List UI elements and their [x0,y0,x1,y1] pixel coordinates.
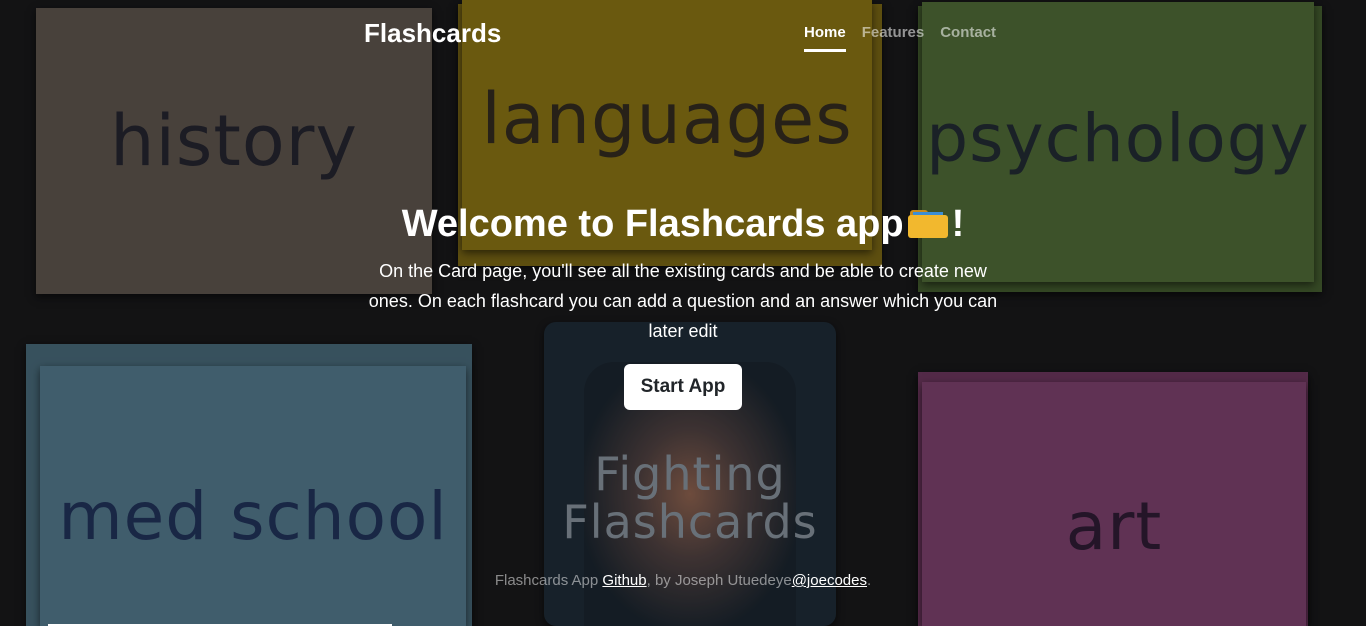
nav-link-home[interactable]: Home [804,24,846,52]
footer-suffix: . [866,572,872,589]
twitter-handle-link[interactable]: @joecodes [792,572,867,589]
footer-prefix: Flashcards App [494,572,603,589]
page-title: Welcome to Flashcards app! [366,198,1000,250]
start-app-button[interactable]: Start App [623,364,743,410]
nav-links: Home Features Contact [804,24,996,52]
navbar: Flashcards Home Features Contact [0,0,1366,60]
nav-link-contact[interactable]: Contact [940,24,996,52]
title-text: Welcome to Flashcards app [401,203,904,245]
hero-description: On the Card page, you'll see all the exi… [368,261,998,341]
brand-logo[interactable]: Flashcards [364,18,501,49]
footer-author: , by Joseph Utuedeye [646,572,792,589]
hero-section: Welcome to Flashcards app! On the Card p… [366,198,1000,410]
footer: Flashcards App Github, by Joseph Utuedey… [0,572,1366,589]
github-link[interactable]: Github [602,572,646,589]
nav-link-features[interactable]: Features [862,24,925,52]
title-exclamation: ! [951,203,965,245]
folder-icon [907,210,948,238]
